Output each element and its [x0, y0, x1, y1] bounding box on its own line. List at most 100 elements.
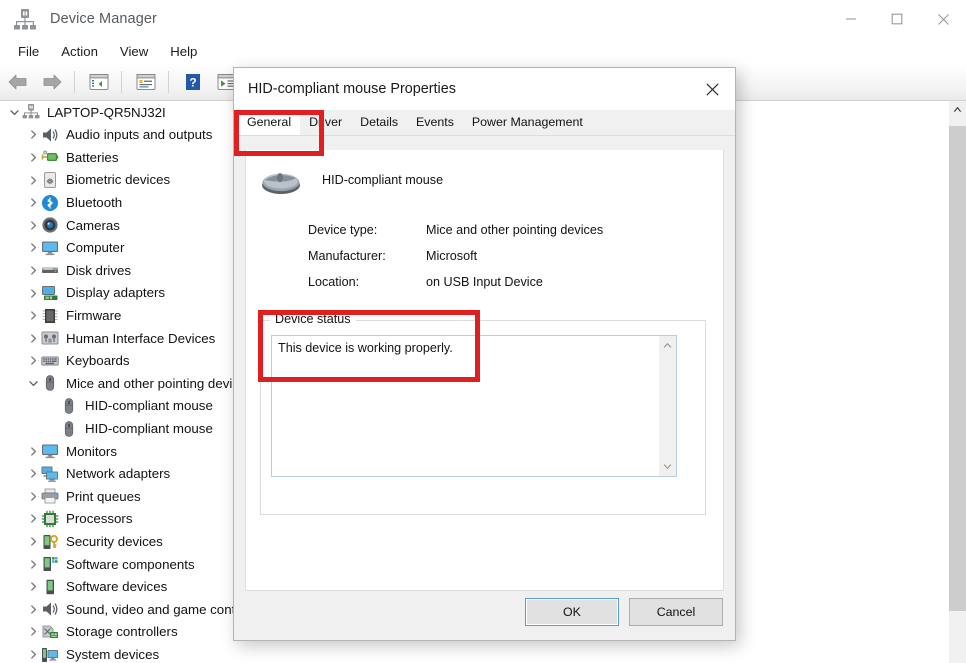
tree-item-label: System devices: [66, 646, 160, 662]
tab-driver[interactable]: Driver: [300, 112, 352, 135]
tree-item-label: Keyboards: [66, 353, 130, 369]
chevron-right-icon[interactable]: [25, 124, 41, 146]
cancel-button[interactable]: Cancel: [629, 598, 723, 626]
device-header: HID-compliant mouse: [246, 150, 723, 202]
disk-drive-icon: [41, 261, 59, 279]
device-type-row: Device type: Mice and other pointing dev…: [308, 223, 723, 237]
tab-power-management[interactable]: Power Management: [462, 112, 592, 135]
mouse-icon: [60, 397, 78, 415]
tree-item-label: Processors: [66, 511, 133, 527]
scrollbar-thumb[interactable]: [949, 126, 966, 611]
device-status-text: This device is working properly.: [278, 341, 453, 355]
tree-item-label: Biometric devices: [66, 172, 171, 188]
ok-button[interactable]: OK: [525, 598, 619, 626]
scroll-up-arrow-icon[interactable]: [949, 101, 966, 118]
tab-events[interactable]: Events: [407, 112, 463, 135]
tab-details[interactable]: Details: [351, 112, 408, 135]
device-type-label: Device type:: [308, 223, 378, 237]
toolbar-separator: [74, 71, 75, 93]
chevron-right-icon[interactable]: [25, 598, 41, 620]
camera-icon: [41, 216, 59, 234]
chevron-right-icon[interactable]: [25, 237, 41, 259]
device-status-legend: Device status: [270, 312, 356, 326]
device-properties-table: Device type: Mice and other pointing dev…: [308, 223, 723, 289]
chevron-right-icon[interactable]: [25, 327, 41, 349]
device-status-group: Device status This device is working pro…: [260, 312, 706, 515]
monitor-icon: [41, 442, 59, 460]
mouse-icon: [41, 374, 59, 392]
chevron-right-icon[interactable]: [25, 259, 41, 281]
device-manager-window: Device Manager File Action View Help ? L…: [0, 0, 966, 663]
tree-item-system-devices[interactable]: System devices: [0, 643, 966, 663]
computer-root-icon: [22, 103, 40, 121]
show-hide-console-tree-icon[interactable]: [83, 67, 115, 97]
chevron-right-icon[interactable]: [25, 485, 41, 507]
chevron-down-icon[interactable]: [6, 101, 22, 123]
chevron-right-icon[interactable]: [25, 169, 41, 191]
back-arrow-icon[interactable]: [2, 67, 34, 97]
menu-view[interactable]: View: [110, 42, 158, 61]
status-scroll-up-icon[interactable]: [659, 336, 676, 354]
bluetooth-icon: [41, 194, 59, 212]
speaker-icon: [41, 600, 59, 618]
chevron-right-icon[interactable]: [25, 350, 41, 372]
chevron-right-icon[interactable]: [25, 305, 41, 327]
software-component-icon: [41, 555, 59, 573]
tree-item-label: Print queues: [66, 488, 141, 504]
mouse-icon: [60, 420, 78, 438]
device-type-value: Mice and other pointing devices: [426, 223, 604, 237]
status-scrollbar[interactable]: [659, 336, 676, 476]
chevron-right-icon[interactable]: [25, 440, 41, 462]
speaker-icon: [41, 126, 59, 144]
minimize-button[interactable]: [828, 0, 874, 38]
location-value: on USB Input Device: [426, 275, 543, 289]
device-status-textbox[interactable]: This device is working properly.: [271, 335, 677, 477]
chevron-right-icon[interactable]: [25, 146, 41, 168]
chevron-down-icon[interactable]: [25, 372, 41, 394]
properties-icon[interactable]: [130, 67, 162, 97]
tree-item-label: Software devices: [66, 579, 168, 595]
device-manager-icon: [12, 6, 38, 32]
tree-item-label: Computer: [66, 240, 125, 256]
menu-action[interactable]: Action: [51, 42, 108, 61]
close-button[interactable]: [920, 0, 966, 38]
tree-item-label: Storage controllers: [66, 624, 178, 640]
chevron-right-icon[interactable]: [25, 553, 41, 575]
dialog-buttons: OK Cancel: [525, 598, 723, 626]
menu-help[interactable]: Help: [160, 42, 207, 61]
toolbar-separator: [121, 71, 122, 93]
tab-general[interactable]: General: [238, 112, 301, 135]
chevron-right-icon[interactable]: [25, 531, 41, 553]
tree-item-label: Disk drives: [66, 262, 132, 278]
chevron-right-icon[interactable]: [25, 192, 41, 214]
dialog-close-button[interactable]: [689, 68, 735, 110]
svg-text:?: ?: [189, 76, 196, 90]
chevron-right-icon[interactable]: [25, 576, 41, 598]
tree-item-label: Monitors: [66, 443, 117, 459]
device-name: HID-compliant mouse: [322, 173, 444, 187]
dialog-titlebar: HID-compliant mouse Properties: [234, 68, 735, 110]
security-key-icon: [41, 533, 59, 551]
tree-twisty-placeholder: [44, 418, 60, 440]
maximize-button[interactable]: [874, 0, 920, 38]
manufacturer-row: Manufacturer: Microsoft: [308, 249, 723, 263]
chevron-right-icon[interactable]: [25, 214, 41, 236]
chevron-right-icon[interactable]: [25, 282, 41, 304]
forward-arrow-icon[interactable]: [36, 67, 68, 97]
toolbar-separator: [168, 71, 169, 93]
tree-item-label: Human Interface Devices: [66, 330, 216, 346]
keyboard-icon: [41, 352, 59, 370]
manufacturer-value: Microsoft: [426, 249, 478, 263]
help-icon[interactable]: ?: [177, 67, 209, 97]
status-scroll-down-icon[interactable]: [659, 458, 676, 476]
dialog-tabstrip: General Driver Details Events Power Mana…: [234, 110, 735, 136]
tree-item-label: Mice and other pointing devices: [66, 375, 254, 391]
chevron-right-icon[interactable]: [25, 508, 41, 530]
chevron-right-icon[interactable]: [25, 621, 41, 643]
manufacturer-label: Manufacturer:: [308, 249, 386, 263]
chevron-right-icon[interactable]: [25, 463, 41, 485]
tree-item-label: Security devices: [66, 533, 163, 549]
chevron-right-icon[interactable]: [25, 644, 41, 663]
tree-vertical-scrollbar[interactable]: [949, 101, 966, 663]
menu-file[interactable]: File: [8, 42, 49, 61]
